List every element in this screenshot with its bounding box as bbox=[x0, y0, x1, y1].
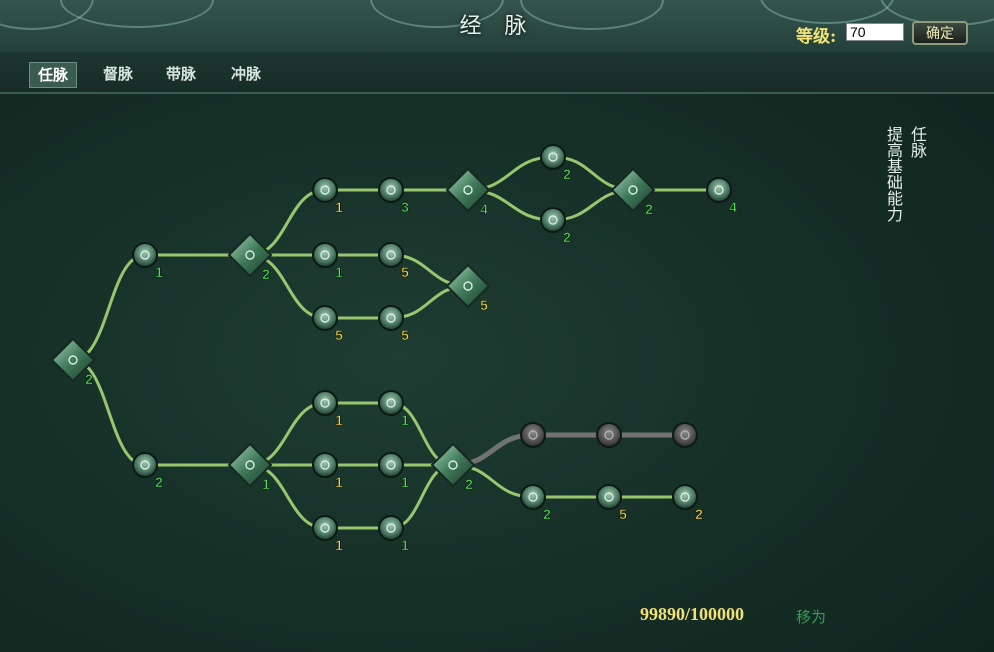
acupoint-node-l1[interactable] bbox=[132, 452, 158, 478]
points-counter: 99890/100000 bbox=[640, 604, 745, 624]
node-level-label: 5 bbox=[335, 327, 343, 343]
node-level-label: 1 bbox=[401, 412, 409, 428]
node-level-label: 5 bbox=[401, 327, 409, 343]
acupoint-node-a7[interactable] bbox=[706, 177, 732, 203]
acupoint-node-g1[interactable] bbox=[520, 422, 546, 448]
node-level-label: 2 bbox=[85, 371, 93, 387]
node-level-label: 1 bbox=[335, 264, 343, 280]
node-level-label: 1 bbox=[335, 474, 343, 490]
acupoint-node-a1[interactable] bbox=[312, 177, 338, 203]
acupoint-node-g2[interactable] bbox=[596, 422, 622, 448]
node-level-label: 1 bbox=[262, 476, 270, 492]
acupoint-node-a5[interactable] bbox=[540, 207, 566, 233]
node-level-label: 1 bbox=[335, 537, 343, 553]
acupoint-node-d1[interactable] bbox=[312, 390, 338, 416]
node-level-label: 2 bbox=[543, 506, 551, 522]
meridian-path bbox=[72, 253, 146, 362]
acupoint-node-d2[interactable] bbox=[378, 390, 404, 416]
meridian-path bbox=[72, 358, 146, 467]
node-level-label: 2 bbox=[155, 474, 163, 490]
node-level-label: 1 bbox=[401, 537, 409, 553]
acupoint-node-b2[interactable] bbox=[378, 242, 404, 268]
acupoint-node-g3[interactable] bbox=[672, 422, 698, 448]
node-level-label: 1 bbox=[335, 199, 343, 215]
acupoint-node-a2[interactable] bbox=[378, 177, 404, 203]
acupoint-node-u1[interactable] bbox=[132, 242, 158, 268]
node-level-label: 3 bbox=[401, 199, 409, 215]
node-level-label: 2 bbox=[695, 506, 703, 522]
acupoint-node-h1[interactable] bbox=[520, 484, 546, 510]
node-level-label: 2 bbox=[262, 266, 270, 282]
acupoint-node-b1[interactable] bbox=[312, 242, 338, 268]
acupoint-node-c2[interactable] bbox=[378, 305, 404, 331]
node-level-label: 2 bbox=[465, 476, 473, 492]
node-level-label: 5 bbox=[619, 506, 627, 522]
acupoint-node-c1[interactable] bbox=[312, 305, 338, 331]
acupoint-node-e2[interactable] bbox=[378, 452, 404, 478]
node-level-label: 5 bbox=[480, 297, 488, 313]
node-level-label: 5 bbox=[401, 264, 409, 280]
node-level-label: 2 bbox=[645, 201, 653, 217]
node-level-label: 1 bbox=[335, 412, 343, 428]
acupoint-node-f2[interactable] bbox=[378, 515, 404, 541]
node-level-label: 4 bbox=[480, 201, 488, 217]
meridian-tree: 2 1 2 1 3 4 2 2 2 4 1 5 5 5 5 2 1 1 1 1 1 1 1 2 2 5 2 bbox=[50, 144, 737, 553]
node-level-label: 4 bbox=[729, 199, 737, 215]
acupoint-node-h2[interactable] bbox=[596, 484, 622, 510]
acupoint-node-h3[interactable] bbox=[672, 484, 698, 510]
acupoint-node-e1[interactable] bbox=[312, 452, 338, 478]
acupoint-node-a4[interactable] bbox=[540, 144, 566, 170]
node-level-label: 1 bbox=[401, 474, 409, 490]
reset-button[interactable]: 移为 bbox=[796, 606, 826, 627]
node-level-label: 1 bbox=[155, 264, 163, 280]
node-level-label: 2 bbox=[563, 229, 571, 245]
node-level-label: 2 bbox=[563, 166, 571, 182]
acupoint-node-f1[interactable] bbox=[312, 515, 338, 541]
